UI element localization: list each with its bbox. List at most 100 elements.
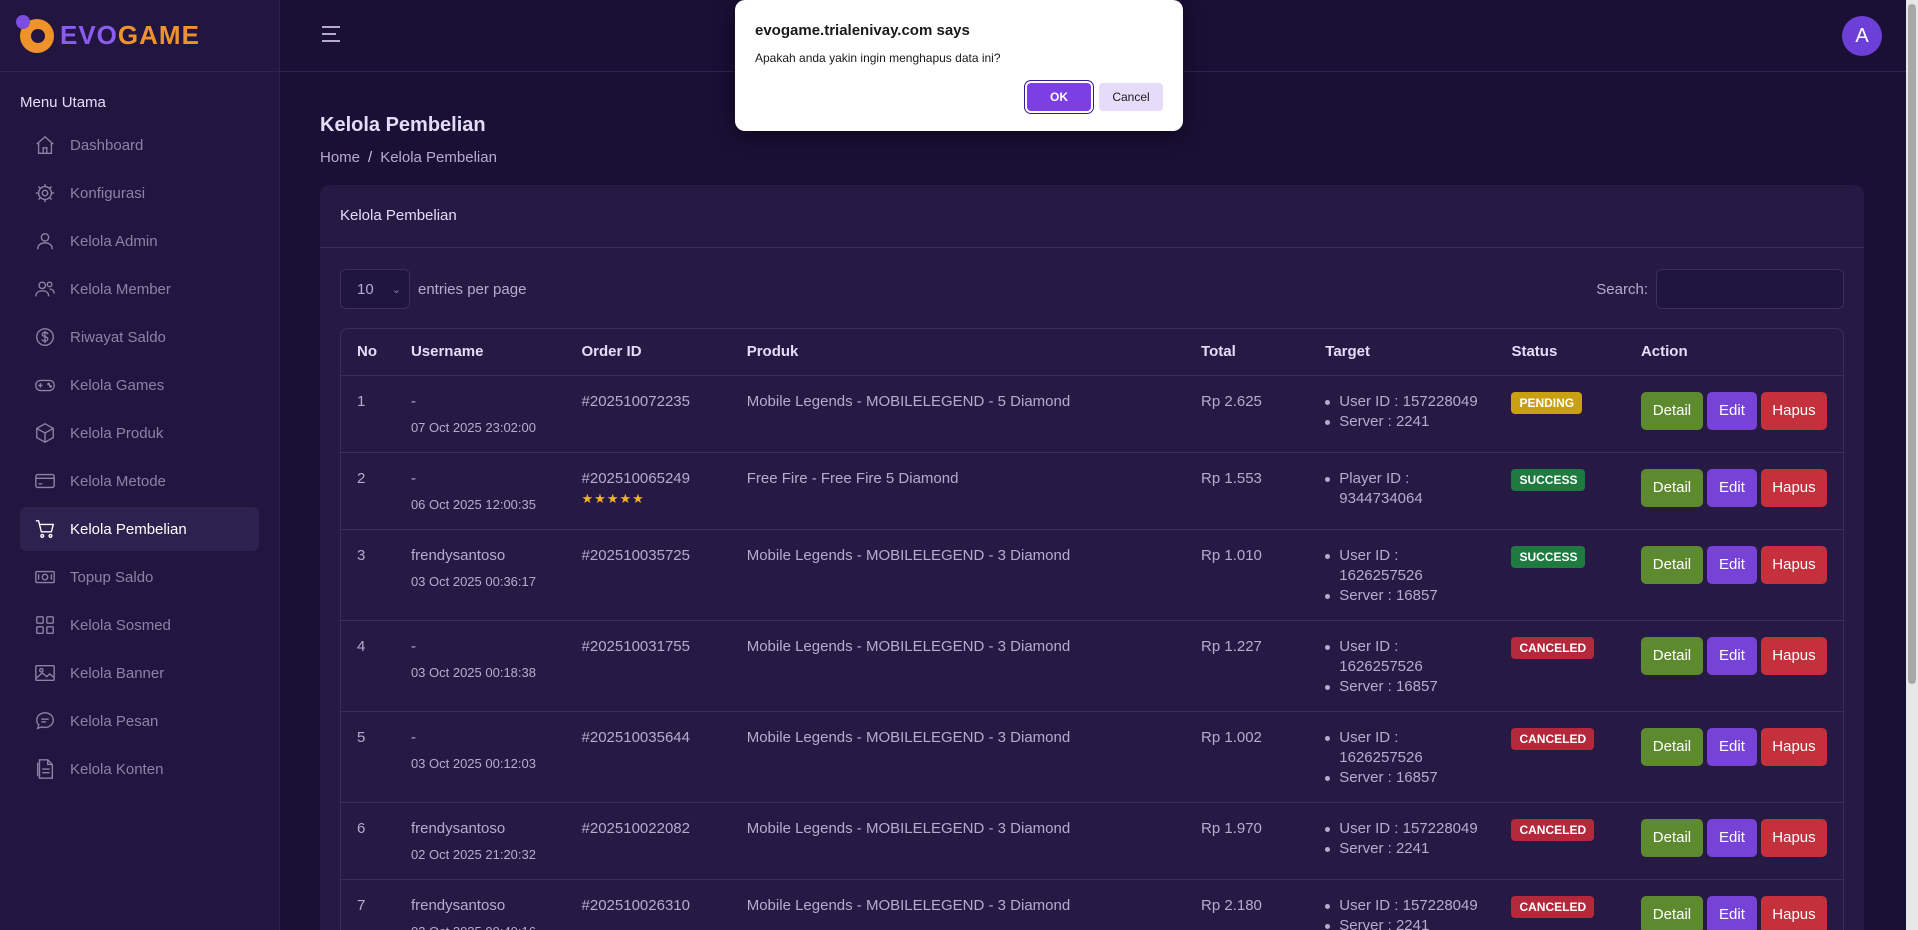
column-header-total[interactable]: Total — [1185, 329, 1310, 376]
hapus-button[interactable]: Hapus — [1760, 468, 1827, 507]
sidebar-item-kelola-sosmed[interactable]: Kelola Sosmed — [20, 603, 259, 647]
hapus-button[interactable]: Hapus — [1760, 545, 1827, 584]
detail-button[interactable]: Detail — [1640, 545, 1703, 584]
detail-button[interactable]: Detail — [1640, 895, 1703, 930]
cell-action: Detail Edit Hapus — [1624, 802, 1843, 880]
cell-order-id: #202510035644 — [565, 711, 731, 803]
sidebar-menu: Dashboard Konfigurasi Kelola Admin Kelola M… — [0, 123, 279, 791]
detail-button[interactable]: Detail — [1640, 391, 1703, 430]
target-item: User ID : 1626257526 — [1325, 546, 1479, 586]
ok-button[interactable]: OK — [1027, 83, 1091, 111]
target-item: Server : 16857 — [1325, 677, 1479, 697]
brand-name: EVOGAME — [60, 20, 200, 51]
sidebar-item-kelola-pesan[interactable]: Kelola Pesan — [20, 699, 259, 743]
cell-status: PENDING — [1495, 375, 1625, 453]
sidebar-item-kelola-banner[interactable]: Kelola Banner — [20, 651, 259, 695]
entries-per-page-select[interactable]: 10 ⌄ — [340, 269, 410, 309]
sidebar-item-label: Topup Saldo — [70, 568, 154, 586]
sidebar-item-kelola-games[interactable]: Kelola Games — [20, 363, 259, 407]
cell-target: User ID : 1626257526 Server : 16857 — [1309, 711, 1496, 803]
hapus-button[interactable]: Hapus — [1760, 818, 1827, 857]
sidebar-item-label: Kelola Member — [70, 280, 171, 298]
edit-button[interactable]: Edit — [1706, 391, 1757, 430]
sidebar-item-kelola-metode[interactable]: Kelola Metode — [20, 459, 259, 503]
column-header-status[interactable]: Status — [1495, 329, 1625, 376]
column-header-target[interactable]: Target — [1309, 329, 1496, 376]
search-input[interactable] — [1656, 269, 1844, 309]
order-id: #202510026310 — [581, 896, 690, 914]
detail-button[interactable]: Detail — [1640, 468, 1703, 507]
sidebar-item-dashboard[interactable]: Dashboard — [20, 123, 259, 167]
menu-title: Menu Utama — [20, 94, 106, 111]
sidebar-item-label: Kelola Admin — [70, 232, 158, 250]
table-row: 3 frendysantoso 03 Oct 2025 00:36:17 #20251… — [341, 529, 1843, 621]
hapus-button[interactable]: Hapus — [1760, 391, 1827, 430]
edit-button[interactable]: Edit — [1706, 895, 1757, 930]
document-icon — [34, 758, 56, 780]
order-date: 07 Oct 2025 23:02:00 — [410, 419, 536, 435]
cell-order-id: #202510065249 ★★★★★ — [565, 452, 731, 530]
hapus-button[interactable]: Hapus — [1760, 895, 1827, 930]
sidebar-item-kelola-admin[interactable]: Kelola Admin — [20, 219, 259, 263]
detail-button[interactable]: Detail — [1640, 727, 1703, 766]
breadcrumb-home[interactable]: Home — [320, 149, 360, 166]
menu-toggle-icon[interactable] — [322, 26, 340, 42]
dialog-title: evogame.trialenivay.com says — [755, 22, 970, 39]
brand-logo[interactable]: EVOGAME — [0, 0, 279, 72]
target-list: User ID : 1626257526 Server : 16857 — [1325, 637, 1479, 697]
page-scrollbar[interactable] — [1906, 0, 1918, 930]
dialog-actions: OK Cancel — [1027, 83, 1163, 111]
cell-username: - 06 Oct 2025 12:00:35 — [394, 452, 566, 530]
row-actions: Detail Edit Hapus — [1640, 545, 1827, 584]
rating-stars-icon: ★★★★★ — [581, 490, 645, 506]
column-header-no[interactable]: No — [341, 329, 395, 376]
sidebar: EVOGAME Menu Utama Dashboard Konfigurasi K… — [0, 0, 280, 930]
hamburger-line — [322, 26, 340, 28]
sidebar-item-kelola-pembelian[interactable]: Kelola Pembelian — [20, 507, 259, 551]
column-header-order-id[interactable]: Order ID — [565, 329, 731, 376]
avatar[interactable]: A — [1842, 16, 1882, 56]
home-icon — [34, 134, 56, 156]
sidebar-item-kelola-produk[interactable]: Kelola Produk — [20, 411, 259, 455]
grid-icon — [34, 614, 56, 636]
edit-button[interactable]: Edit — [1706, 468, 1757, 507]
row-actions: Detail Edit Hapus — [1640, 391, 1827, 430]
sidebar-item-konfigurasi[interactable]: Konfigurasi — [20, 171, 259, 215]
column-header-produk[interactable]: Produk — [730, 329, 1186, 376]
sidebar-item-topup-saldo[interactable]: Topup Saldo — [20, 555, 259, 599]
table-row: 4- 03 Oct 2025 00:18:38 #202510031755 Mobil… — [341, 620, 1843, 712]
target-item: User ID : 157228049 — [1325, 392, 1479, 412]
edit-button[interactable]: Edit — [1706, 545, 1757, 584]
order-id: #202510072235 — [581, 392, 690, 410]
logo-icon — [16, 14, 54, 53]
target-item: Server : 16857 — [1325, 586, 1479, 606]
edit-button[interactable]: Edit — [1706, 636, 1757, 675]
cell-target: User ID : 1626257526 Server : 16857 — [1309, 529, 1496, 621]
purchase-card: Kelola Pembelian 10 ⌄ entries per page S… — [320, 185, 1864, 930]
table-body: 1-07 Oct 2025 23:02:00 #202510072235 Mobil… — [341, 375, 1843, 930]
hapus-button[interactable]: Hapus — [1760, 636, 1827, 675]
sidebar-item-kelola-konten[interactable]: Kelola Konten — [20, 747, 259, 791]
edit-button[interactable]: Edit — [1706, 818, 1757, 857]
column-header-action[interactable]: Action — [1624, 329, 1843, 376]
status-badge: CANCELED — [1511, 818, 1595, 841]
breadcrumb-current: Kelola Pembelian — [380, 149, 497, 166]
cell-produk: Mobile Legends - MOBILELEGEND - 3 Diamon… — [730, 711, 1186, 803]
scrollbar-thumb[interactable] — [1908, 4, 1916, 684]
edit-button[interactable]: Edit — [1706, 727, 1757, 766]
username: - — [410, 469, 416, 487]
sidebar-item-riwayat-saldo[interactable]: Riwayat Saldo — [20, 315, 259, 359]
detail-button[interactable]: Detail — [1640, 636, 1703, 675]
cancel-button[interactable]: Cancel — [1099, 83, 1163, 111]
table-row: 7 frendysantoso 02 Oct 2025 09:40:16 #20251… — [341, 879, 1843, 930]
cell-username: frendysantoso 03 Oct 2025 00:36:17 — [394, 529, 566, 621]
cell-username: frendysantoso 02 Oct 2025 09:40:16 — [394, 879, 566, 930]
username: - — [410, 392, 416, 410]
column-header-username[interactable]: Username — [394, 329, 566, 376]
gear-icon — [34, 182, 56, 204]
detail-button[interactable]: Detail — [1640, 818, 1703, 857]
hapus-button[interactable]: Hapus — [1760, 727, 1827, 766]
order-id: #202510035644 — [581, 728, 690, 746]
target-item: Server : 2241 — [1325, 916, 1479, 930]
sidebar-item-kelola-member[interactable]: Kelola Member — [20, 267, 259, 311]
